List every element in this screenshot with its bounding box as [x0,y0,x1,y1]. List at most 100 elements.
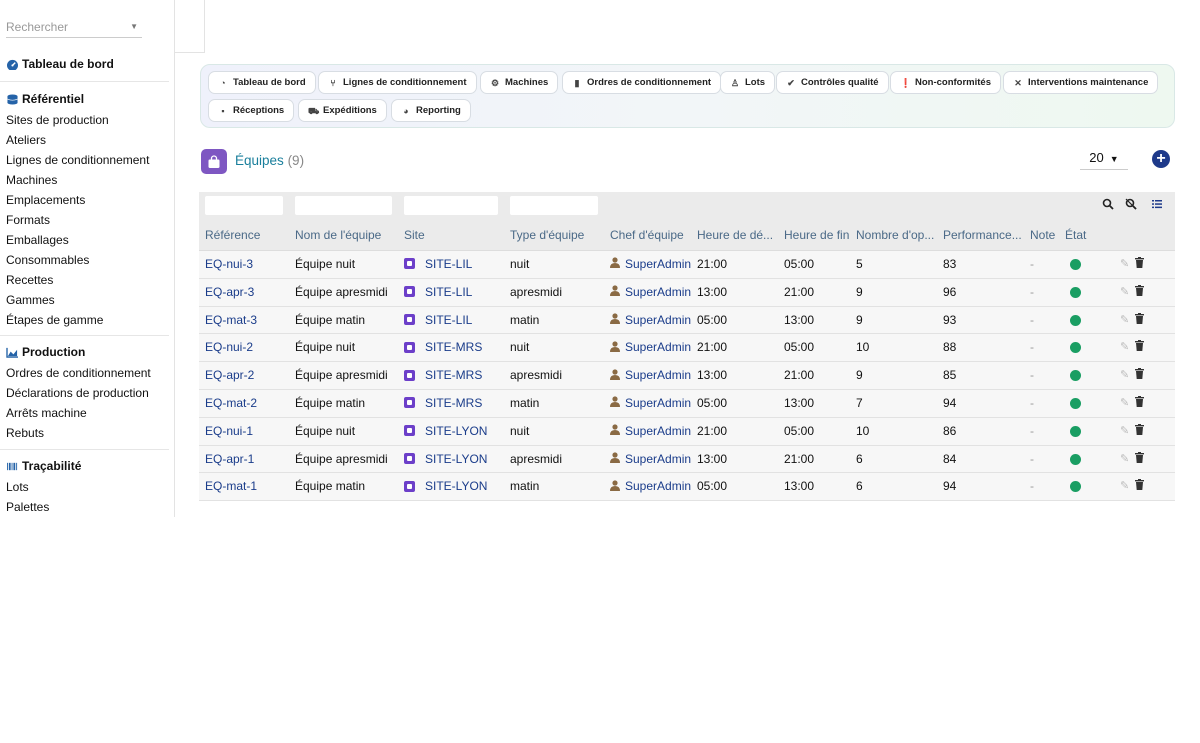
edit-pencil-icon[interactable]: ✎ [1120,479,1129,492]
col-nombre[interactable]: Nombre d'op... [856,219,936,251]
cell-reference[interactable]: EQ-nui-2 [205,334,253,361]
cell-site[interactable]: SITE-LIL [404,307,472,334]
delete-trash-icon[interactable] [1135,312,1144,324]
col-nom[interactable]: Nom de l'équipe [295,219,395,251]
cell-chef[interactable]: SuperAdmin [610,362,691,389]
nav-tableau-de-bord[interactable]: ◔ Tableau de bord [208,71,316,94]
table-row[interactable]: EQ-mat-1 Équipe matin SITE-LYON matin Su… [199,473,1175,502]
sidebar-item-lignes[interactable]: Lignes de conditionnement [0,150,169,170]
delete-trash-icon[interactable] [1135,451,1144,463]
edit-pencil-icon[interactable]: ✎ [1120,257,1129,270]
cell-chef[interactable]: SuperAdmin [610,473,691,500]
col-heure-fin[interactable]: Heure de fin [784,219,850,251]
table-row[interactable]: EQ-nui-3 Équipe nuit SITE-LIL nuit Super… [199,251,1175,279]
cell-reference[interactable]: EQ-nui-1 [205,418,253,445]
table-row[interactable]: EQ-mat-2 Équipe matin SITE-MRS matin Sup… [199,389,1175,418]
col-note[interactable]: Note [1030,219,1060,251]
delete-trash-icon[interactable] [1135,423,1144,435]
table-row[interactable]: EQ-apr-1 Équipe apresmidi SITE-LYON apre… [199,445,1175,474]
edit-pencil-icon[interactable]: ✎ [1120,340,1129,353]
sidebar-item-ateliers[interactable]: Ateliers [0,130,169,150]
nav-lignes[interactable]: ⑂ Lignes de conditionnement [318,71,477,94]
add-button[interactable]: + [1152,150,1170,168]
edit-pencil-icon[interactable]: ✎ [1120,285,1129,298]
cell-reference[interactable]: EQ-apr-2 [205,362,254,389]
nav-machines[interactable]: ⚙ Machines [480,71,559,94]
filter-reference[interactable] [205,196,283,215]
sidebar-dashboard[interactable]: Tableau de bord [0,55,169,73]
cell-site[interactable]: SITE-MRS [404,334,482,361]
delete-trash-icon[interactable] [1135,368,1144,380]
sidebar-item-recettes[interactable]: Recettes [0,270,169,290]
nav-non-conformites[interactable]: ❗ Non-conformités [890,71,1001,94]
cell-chef[interactable]: SuperAdmin [610,390,691,417]
delete-trash-icon[interactable] [1135,284,1144,296]
sidebar-item-machines[interactable]: Machines [0,170,169,190]
sidebar-item-sites[interactable]: Sites de production [0,110,169,130]
cell-site[interactable]: SITE-LYON [404,418,487,445]
delete-trash-icon[interactable] [1135,257,1144,268]
table-row[interactable]: EQ-mat-3 Équipe matin SITE-LIL matin Sup… [199,306,1175,335]
sidebar-item-lots[interactable]: Lots [0,477,169,497]
clear-search-icon[interactable] [1124,198,1137,211]
cell-reference[interactable]: EQ-mat-3 [205,307,257,334]
nav-controles[interactable]: ✔ Contrôles qualité [776,71,889,94]
cell-site[interactable]: SITE-LYON [404,446,487,473]
cell-site[interactable]: SITE-LYON [404,473,487,500]
filter-nom[interactable] [295,196,392,215]
cell-chef[interactable]: SuperAdmin [610,251,691,278]
table-row[interactable]: EQ-apr-3 Équipe apresmidi SITE-LIL apres… [199,278,1175,307]
edit-pencil-icon[interactable]: ✎ [1120,368,1129,381]
sidebar-item-arrets[interactable]: Arrêts machine [0,403,169,423]
sidebar-item-rebuts[interactable]: Rebuts [0,423,169,443]
edit-pencil-icon[interactable]: ✎ [1120,424,1129,437]
filter-site[interactable] [404,196,498,215]
cell-chef[interactable]: SuperAdmin [610,279,691,306]
col-reference[interactable]: Référence [205,219,285,251]
cell-reference[interactable]: EQ-apr-3 [205,279,254,306]
col-site[interactable]: Site [404,219,494,251]
table-row[interactable]: EQ-nui-1 Équipe nuit SITE-LYON nuit Supe… [199,417,1175,446]
col-etat[interactable]: État [1065,219,1095,251]
delete-trash-icon[interactable] [1135,479,1144,491]
search-icon[interactable] [1101,198,1114,211]
table-row[interactable]: EQ-apr-2 Équipe apresmidi SITE-MRS apres… [199,362,1175,390]
edit-pencil-icon[interactable]: ✎ [1120,313,1129,326]
sidebar-item-palettes[interactable]: Palettes [0,497,169,517]
sidebar-item-declarations[interactable]: Déclarations de production [0,383,169,403]
cell-site[interactable]: SITE-MRS [404,390,482,417]
nav-interventions[interactable]: ✕ Interventions maintenance [1003,71,1159,94]
col-heure-debut[interactable]: Heure de dé... [697,219,777,251]
cell-chef[interactable]: SuperAdmin [610,307,691,334]
edit-pencil-icon[interactable]: ✎ [1120,452,1129,465]
nav-reporting[interactable]: ◕ Reporting [391,99,471,122]
cell-chef[interactable]: SuperAdmin [610,418,691,445]
sidebar-item-emplacements[interactable]: Emplacements [0,190,169,210]
sidebar-item-etapes[interactable]: Étapes de gamme [0,310,169,330]
sidebar-item-formats[interactable]: Formats [0,210,169,230]
cell-site[interactable]: SITE-MRS [404,362,482,389]
cell-site[interactable]: SITE-LIL [404,251,472,278]
cell-chef[interactable]: SuperAdmin [610,334,691,361]
cell-reference[interactable]: EQ-nui-3 [205,251,253,278]
list-options-icon[interactable] [1150,198,1163,211]
edit-pencil-icon[interactable]: ✎ [1120,396,1129,409]
cell-site[interactable]: SITE-LIL [404,279,472,306]
sidebar-item-gammes[interactable]: Gammes [0,290,169,310]
filter-type[interactable] [510,196,598,215]
nav-expeditions[interactable]: ⛟ Expéditions [298,99,387,122]
sidebar-item-ordres[interactable]: Ordres de conditionnement [0,363,169,383]
col-type[interactable]: Type d'équipe [510,219,602,251]
cell-reference[interactable]: EQ-mat-1 [205,473,257,500]
table-row[interactable]: EQ-nui-2 Équipe nuit SITE-MRS nuit Super… [199,334,1175,363]
page-size-select[interactable]: 20 ▼ [1080,149,1128,170]
delete-trash-icon[interactable] [1135,340,1144,352]
nav-lots[interactable]: ♙ Lots [720,71,776,94]
cell-chef[interactable]: SuperAdmin [610,446,691,473]
cell-reference[interactable]: EQ-mat-2 [205,390,257,417]
nav-receptions[interactable]: ▪ Réceptions [208,99,295,122]
sidebar-item-consommables[interactable]: Consommables [0,250,169,270]
col-performance[interactable]: Performance... [943,219,1023,251]
col-chef[interactable]: Chef d'équipe [610,219,692,251]
sidebar-item-emballages[interactable]: Emballages [0,230,169,250]
